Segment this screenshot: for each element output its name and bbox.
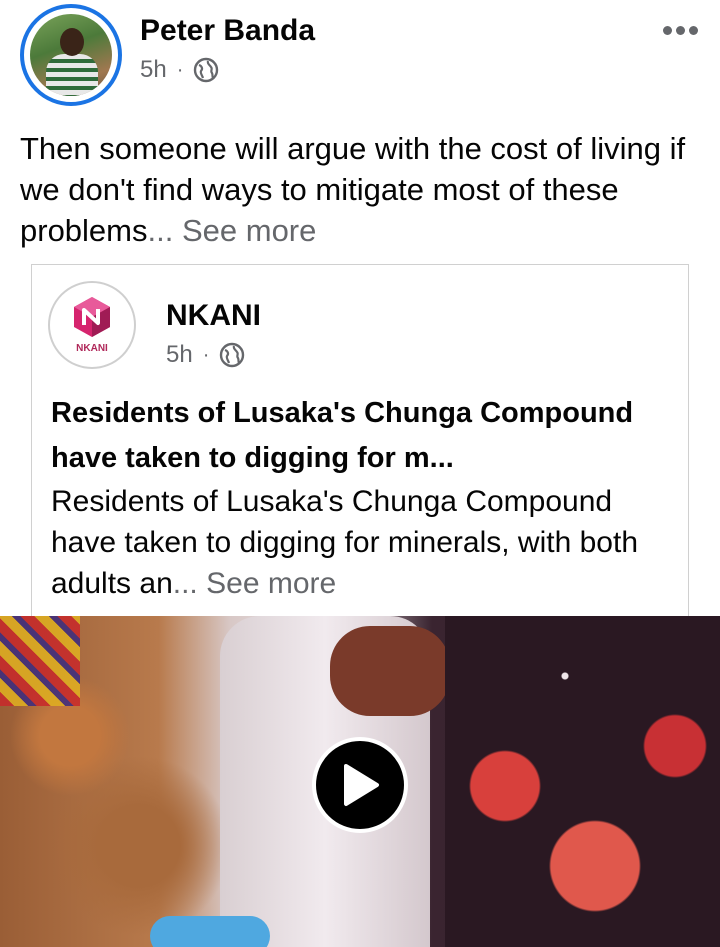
more-options-icon[interactable] [663,26,698,35]
shared-excerpt: Residents of Lusaka's Chunga Compound ha… [51,481,681,604]
post-time[interactable]: 5h [140,56,167,84]
shared-post-meta: 5h · [166,341,245,369]
shared-excerpt-text: Residents of Lusaka's Chunga Compound ha… [51,485,639,600]
shared-post-time[interactable]: 5h [166,341,193,369]
author-name[interactable]: Peter Banda [140,14,315,48]
nkani-logo-icon [74,297,110,337]
meta-separator: · [176,58,184,81]
video-thumbnail[interactable] [0,616,720,947]
author-avatar[interactable] [20,4,122,106]
post-header: Peter Banda 5h · [0,0,720,120]
shared-post-card[interactable]: NKANI NKANI 5h · Residents of Lusaka's C… [31,264,689,616]
shared-ellipsis: ... [172,567,198,600]
play-icon [344,764,379,806]
avatar-photo [30,14,112,96]
post-ellipsis: ... [147,213,174,248]
globe-icon[interactable] [219,342,245,368]
shared-see-more-link[interactable]: See more [206,567,336,600]
shared-headline[interactable]: Residents of Lusaka's Chunga Compound ha… [51,391,681,481]
post-meta: 5h · [140,56,219,84]
logo-wordmark: NKANI [76,343,108,354]
page-avatar[interactable]: NKANI [48,281,136,369]
see-more-link[interactable]: See more [182,213,316,248]
post-body: Then someone will argue with the cost of… [20,128,700,251]
page-name[interactable]: NKANI [166,299,261,333]
globe-icon[interactable] [193,57,219,83]
post-text: Then someone will argue with the cost of… [20,131,686,248]
meta-separator: · [202,343,210,366]
play-button[interactable] [312,737,408,833]
